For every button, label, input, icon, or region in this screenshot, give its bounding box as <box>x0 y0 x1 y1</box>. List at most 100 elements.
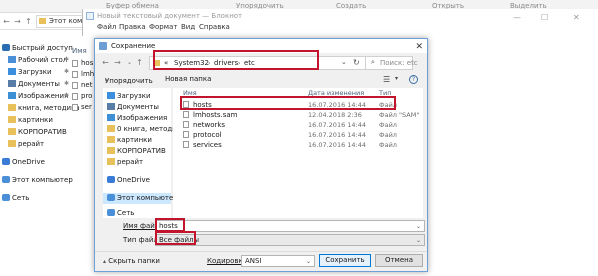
dialog-sidebar-item[interactable]: картинки <box>107 135 152 146</box>
search-input[interactable]: Поиск: etc <box>380 59 418 67</box>
sidebar-item[interactable]: Быстрый доступ <box>2 42 73 54</box>
pin-icon: ✱ <box>64 80 70 87</box>
breadcrumb-etc[interactable]: etc <box>244 59 255 67</box>
folder-icon <box>8 140 16 147</box>
menu-help[interactable]: Справка <box>199 23 230 31</box>
folder-icon <box>107 136 115 143</box>
dialog-sidebar-item[interactable]: Загрузки <box>107 91 151 102</box>
pin-icon: ✱ <box>64 56 70 63</box>
up-arrow-icon[interactable]: ↑ <box>24 17 33 26</box>
dialog-sidebar-item[interactable]: 0 книга, методи <box>107 124 177 135</box>
sidebar-item[interactable]: рерайт <box>8 138 44 150</box>
chevron-down-icon[interactable]: ▾ <box>395 75 398 82</box>
dialog-sidebar-item[interactable]: Документы <box>107 102 159 113</box>
dialog-sidebar-item[interactable]: Изображения <box>107 113 167 124</box>
sidebar-item[interactable]: КОРПОРАТИВ <box>8 126 67 138</box>
menu-edit[interactable]: Правка <box>119 23 146 31</box>
dialog-sidebar-item[interactable]: Этот компьютер <box>103 193 178 204</box>
notepad-icon <box>86 12 94 20</box>
back-arrow-icon[interactable]: ← <box>2 17 11 26</box>
close-icon[interactable]: ✕ <box>415 40 423 54</box>
column-header-name[interactable]: Имя <box>72 46 87 56</box>
dialog-sidebar-item[interactable]: Сеть <box>107 208 134 219</box>
file-name: lmhosts.sam <box>193 111 238 119</box>
file-type: Файл <box>379 141 397 149</box>
sidebar-item[interactable]: книга, методика <box>8 102 80 114</box>
folder-icon <box>39 18 46 24</box>
breadcrumb-overflow[interactable]: « <box>164 59 168 67</box>
sidebar-item[interactable]: картинки <box>8 114 53 126</box>
encoding-select[interactable]: ANSI ⌄ <box>241 255 315 267</box>
file-date: 16.07.2016 14:44 <box>308 141 367 149</box>
documents-folder-icon <box>8 80 16 87</box>
column-header-date[interactable]: Дата изменения <box>308 88 364 98</box>
file-item[interactable]: pro <box>72 91 92 101</box>
file-row[interactable]: hosts 16.07.2016 14:44 Файл <box>173 100 423 110</box>
pictures-folder-icon <box>8 92 16 99</box>
breadcrumb-system32[interactable]: System32 <box>174 59 209 67</box>
sidebar-item[interactable]: Этот компьютер <box>2 174 73 186</box>
new-folder-button[interactable]: Новая папка <box>165 75 211 83</box>
file-type: Файл "SAM" <box>379 111 420 119</box>
file-row[interactable]: lmhosts.sam 12.04.2018 2:36 Файл "SAM" <box>173 110 423 120</box>
sidebar-item[interactable]: Рабочий стол ✱ <box>8 54 70 66</box>
menu-file[interactable]: Файл <box>97 23 116 31</box>
help-icon[interactable]: ? <box>409 75 418 84</box>
file-type: Файл <box>379 101 397 109</box>
file-item[interactable]: lmh <box>72 69 94 79</box>
dialog-sidebar-item[interactable]: рерайт <box>107 157 143 168</box>
dialog-sidebar-item[interactable]: КОРПОРАТИВ <box>107 146 166 157</box>
sidebar-item[interactable]: Загрузки ✱ <box>8 66 69 78</box>
file-row[interactable]: services 16.07.2016 14:44 Файл <box>173 140 423 150</box>
divider <box>95 251 427 252</box>
refresh-icon[interactable]: ↻ <box>353 58 360 67</box>
folder-icon <box>8 128 16 135</box>
file-item[interactable]: ser <box>72 102 92 112</box>
chevron-right-icon: › <box>238 60 241 67</box>
file-item[interactable]: hos <box>72 58 93 68</box>
file-icon <box>183 101 189 108</box>
chevron-down-icon[interactable]: ⌄ <box>341 58 347 66</box>
hide-folders-button[interactable]: ▴ Скрыть папки <box>103 257 160 265</box>
filetype-select[interactable]: Все файлы ⌄ <box>155 234 425 246</box>
sidebar-item[interactable]: Документы ✱ <box>8 78 69 90</box>
cancel-button[interactable]: Отмена <box>375 254 423 267</box>
chevron-down-icon: ⌄ <box>305 258 311 265</box>
column-header-type[interactable]: Тип <box>379 88 391 98</box>
up-arrow-icon[interactable]: ↑ <box>135 58 144 67</box>
notepad-window: Новый текстовый документ — Блокнот — ☐ ✕… <box>82 9 598 36</box>
divider <box>365 57 366 69</box>
sidebar-item[interactable]: Сеть <box>2 192 29 204</box>
chevron-down-icon[interactable]: ⌄ <box>416 222 421 232</box>
breadcrumb-drivers[interactable]: drivers <box>214 59 238 67</box>
save-dialog-icon <box>99 42 107 50</box>
forward-arrow-icon[interactable]: → <box>13 17 22 26</box>
dialog-sidebar-item[interactable]: OneDrive <box>107 175 150 186</box>
column-header-name[interactable]: Имя <box>183 88 197 98</box>
sidebar-item[interactable]: Изображения ✱ <box>8 90 69 102</box>
back-arrow-icon[interactable]: ← <box>101 58 110 67</box>
pictures-folder-icon <box>107 114 115 121</box>
folder-icon <box>8 104 16 111</box>
forward-arrow-icon[interactable]: → <box>113 58 122 67</box>
file-icon <box>72 71 78 78</box>
view-options-icon[interactable]: ☰ <box>383 75 390 84</box>
dialog-nav-pane: Загрузки Документы Изображения 0 книга, мет… <box>103 88 178 219</box>
computer-icon <box>107 194 115 201</box>
file-type: Файл <box>379 121 397 129</box>
search-icon: ⌕ <box>371 58 375 66</box>
recent-dropdown-icon[interactable]: ⌄ <box>125 58 134 67</box>
menu-view[interactable]: Вид <box>181 23 195 31</box>
folder-icon <box>8 116 16 123</box>
network-icon <box>107 209 115 216</box>
dialog-address-bar[interactable]: « System32 › drivers › etc ⌄ ↻ ⌕ Поиск: … <box>149 56 418 70</box>
file-date: 16.07.2016 14:44 <box>308 131 367 139</box>
file-item[interactable]: net <box>72 80 93 90</box>
file-row[interactable]: protocol 16.07.2016 14:44 Файл <box>173 130 423 140</box>
menu-format[interactable]: Формат <box>149 23 177 31</box>
sidebar-item[interactable]: OneDrive <box>2 156 45 168</box>
filename-input[interactable]: hosts ⌄ <box>155 220 425 232</box>
computer-icon <box>2 176 10 183</box>
save-button[interactable]: Сохранить <box>319 254 371 267</box>
file-row[interactable]: networks 16.07.2016 14:44 Файл <box>173 120 423 130</box>
